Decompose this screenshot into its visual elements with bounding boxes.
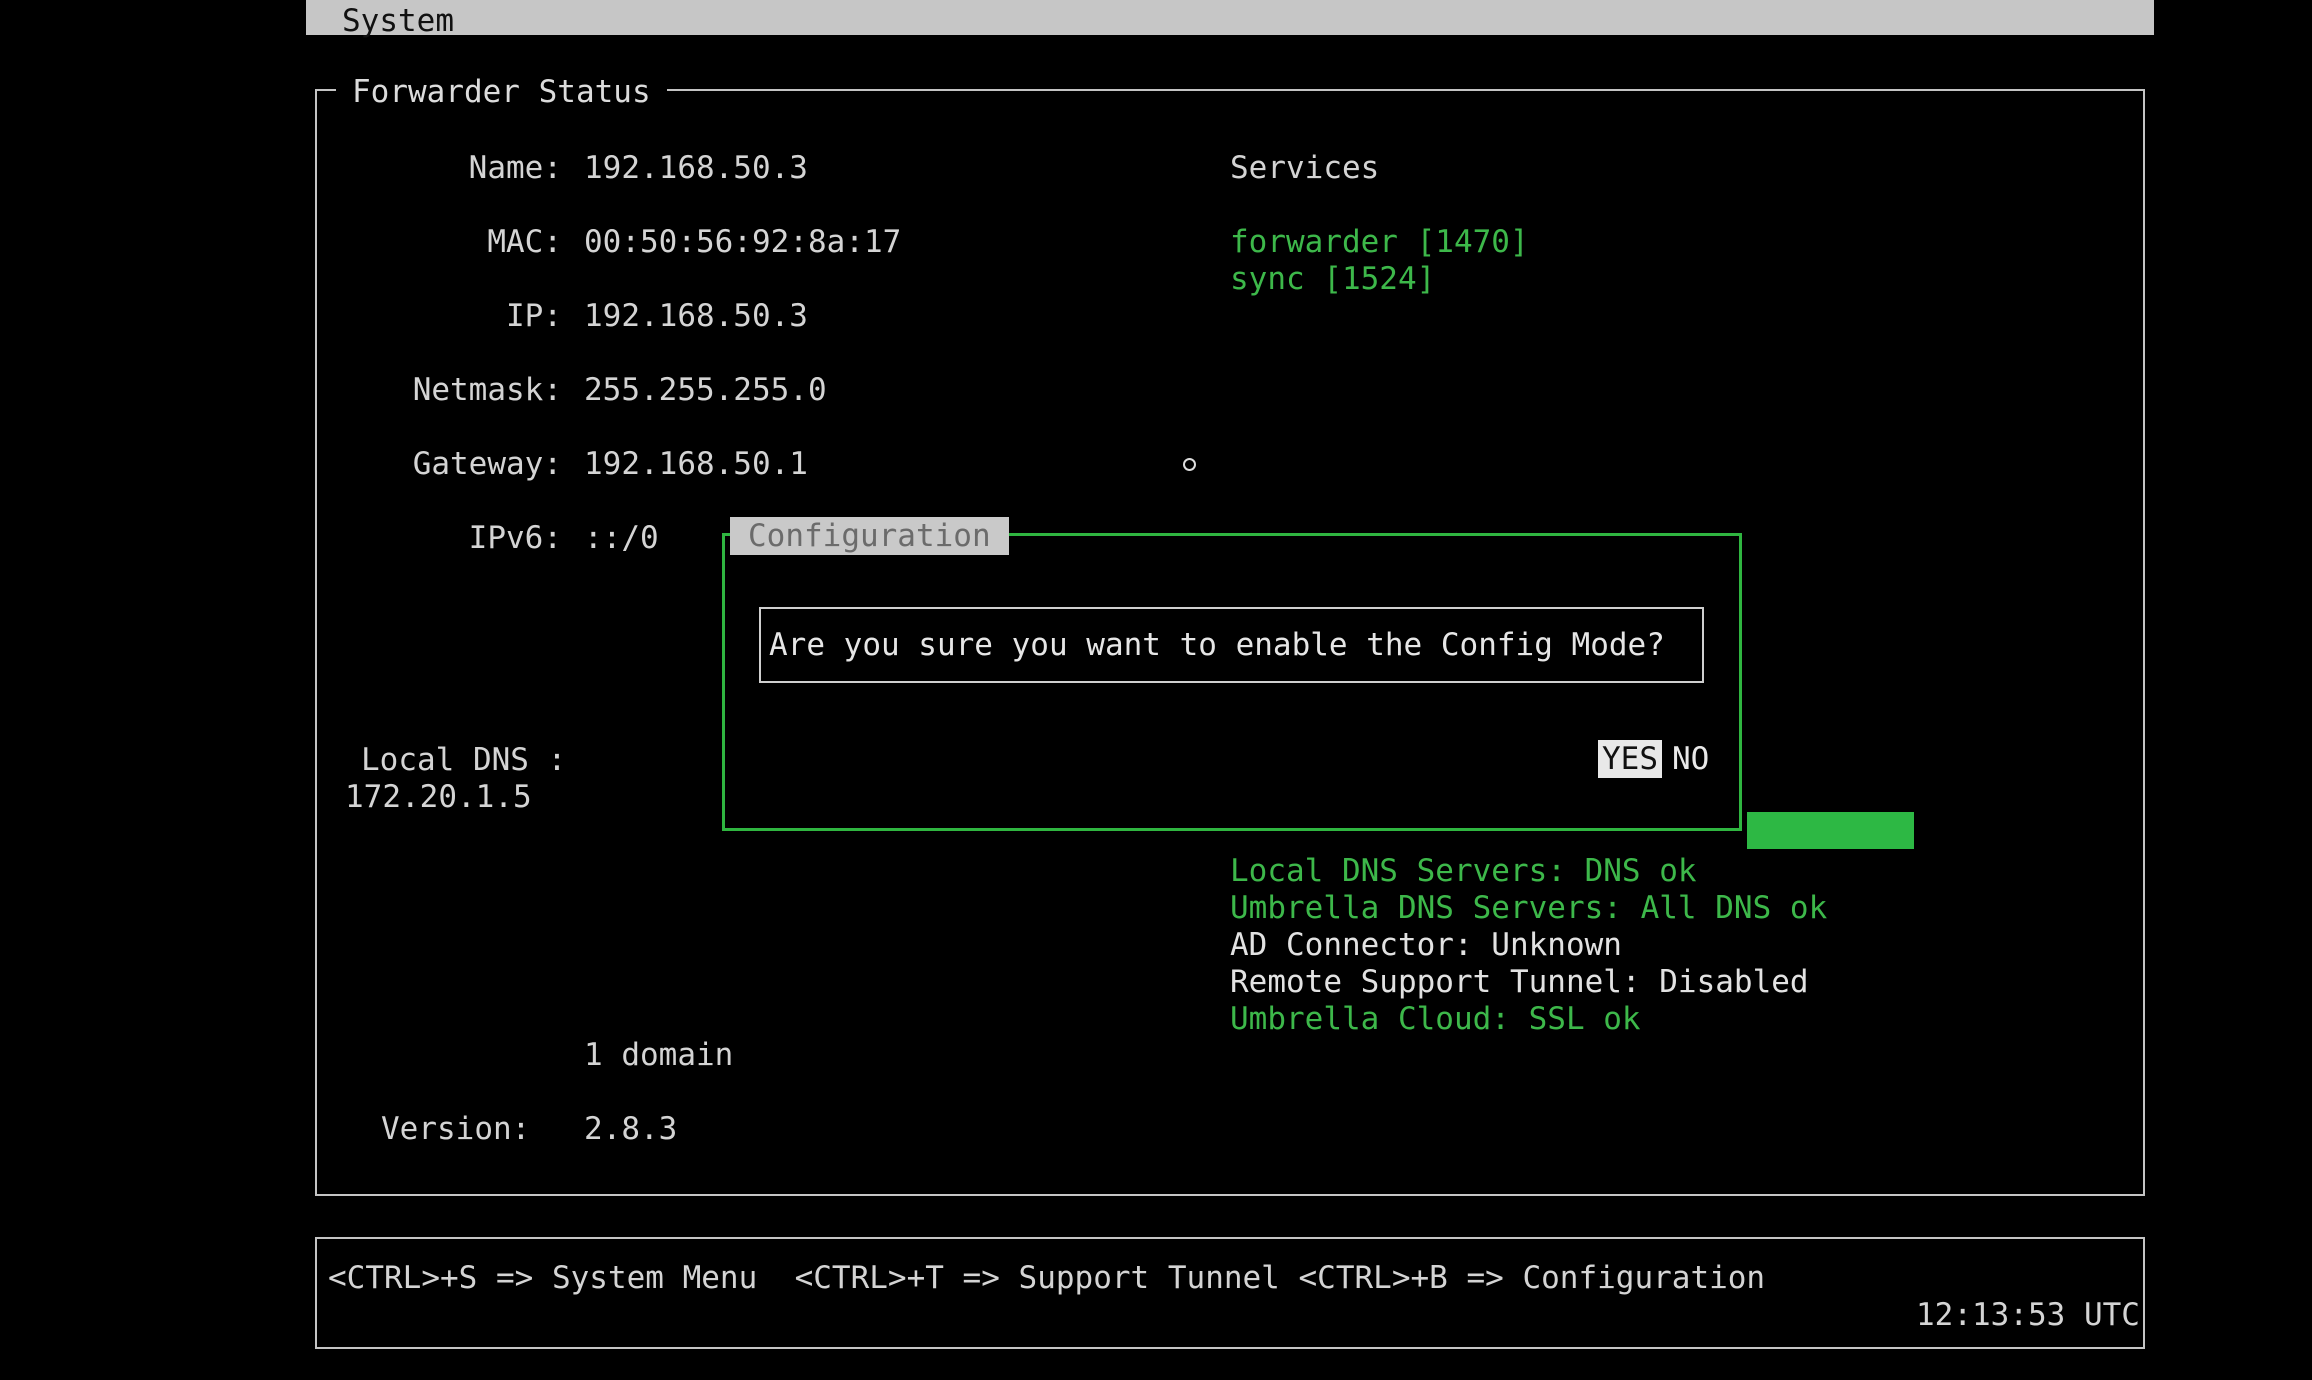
clock: 12:13:53 UTC [1916, 1297, 2140, 1333]
gateway-value: 192.168.50.1 [584, 446, 808, 482]
shortcut-hints: <CTRL>+S => System Menu <CTRL>+T => Supp… [328, 1260, 1766, 1296]
version-label: Version: [381, 1111, 531, 1147]
services-heading: Services [1230, 150, 1380, 186]
netmask-value: 255.255.255.0 [584, 372, 827, 408]
version-value: 2.8.3 [584, 1111, 678, 1147]
menu-system[interactable]: System [342, 3, 454, 39]
local-dns-label: Local DNS : [361, 742, 567, 778]
dialog-title: Configuration [730, 517, 1009, 555]
status-local-dns: Local DNS Servers: DNS ok [1230, 853, 1697, 889]
service-forwarder: forwarder [1470] [1230, 224, 1529, 260]
status-umbrella-dns: Umbrella DNS Servers: All DNS ok [1230, 890, 1828, 926]
cursor-dot-icon [1183, 458, 1196, 471]
name-value: 192.168.50.3 [584, 150, 808, 186]
dialog-shadow [1747, 812, 1914, 849]
name-label: Name: [468, 150, 562, 186]
service-sync: sync [1524] [1230, 261, 1436, 297]
ipv6-value: ::/0 [584, 520, 659, 556]
status-ad-connector: AD Connector: Unknown [1230, 927, 1622, 963]
yes-button[interactable]: YES [1598, 740, 1662, 778]
status-support-tunnel: Remote Support Tunnel: Disabled [1230, 964, 1809, 1000]
status-umbrella-cloud: Umbrella Cloud: SSL ok [1230, 1001, 1641, 1037]
forwarder-status-title: Forwarder Status [336, 77, 667, 108]
ip-label: IP: [506, 298, 562, 334]
ip-value: 192.168.50.3 [584, 298, 808, 334]
netmask-label: Netmask: [412, 372, 562, 408]
mac-value: 00:50:56:92:8a:17 [584, 224, 902, 260]
gateway-label: Gateway: [412, 446, 562, 482]
ipv6-label: IPv6: [468, 520, 562, 556]
dialog-message: Are you sure you want to enable the Conf… [759, 607, 1704, 683]
mac-label: MAC: [487, 224, 562, 260]
menu-bar: System [306, 0, 2154, 39]
local-dns-value: 172.20.1.5 [345, 779, 532, 815]
no-button[interactable]: NO [1672, 740, 1709, 778]
domain-count: 1 domain [584, 1037, 734, 1073]
